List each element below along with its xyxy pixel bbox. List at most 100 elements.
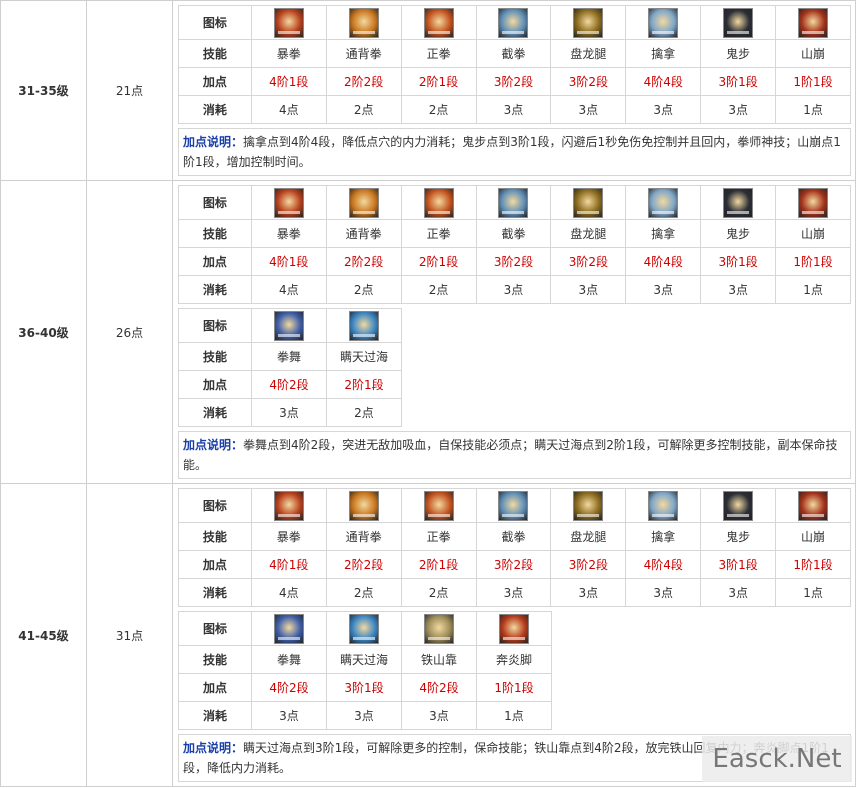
skill-cost: 4点 bbox=[250, 275, 327, 304]
skill-cost: 1点 bbox=[775, 578, 851, 607]
skill-add: 1阶1段 bbox=[476, 673, 552, 702]
level-range: 36-40级 bbox=[0, 180, 87, 484]
skill-icon-cell bbox=[250, 5, 327, 40]
skill-icon-cell bbox=[775, 5, 851, 40]
skill-cost: 3点 bbox=[625, 95, 702, 124]
tongbei-icon bbox=[348, 187, 379, 218]
skill-add: 3阶1段 bbox=[700, 67, 777, 96]
skill-name: 瞒天过海 bbox=[326, 645, 402, 674]
skill-table: 图标 技能 拳舞 瞒天过海 铁山靠 奔炎脚 加点 4阶2段 3阶1段 4阶2段 1阶1段 消耗 3点 3点… bbox=[178, 611, 552, 730]
skill-cost-row: 消耗 3点 3点 3点 1点 bbox=[178, 701, 552, 730]
skill-icon-cell bbox=[700, 5, 777, 40]
panlong-icon bbox=[573, 187, 604, 218]
note-label: 加点说明： bbox=[183, 438, 244, 452]
skill-add: 3阶2段 bbox=[550, 67, 627, 96]
skill-add: 4阶4段 bbox=[625, 67, 702, 96]
tieshan-icon bbox=[424, 613, 454, 644]
skill-icon-cell bbox=[325, 185, 402, 220]
skill-add: 4阶1段 bbox=[250, 247, 327, 276]
level-section: 31-35级 21点 图标 技能 暴拳 通背拳 正拳 截拳 盘龙腿 擒拿 鬼步 山崩 加点 4阶1段 2阶2… bbox=[0, 0, 856, 181]
skill-add: 3阶2段 bbox=[550, 550, 627, 579]
skill-add: 4阶2段 bbox=[251, 370, 327, 399]
skill-name: 通背拳 bbox=[325, 219, 402, 248]
skill-icon-cell bbox=[326, 611, 402, 646]
skill-add: 4阶4段 bbox=[625, 247, 702, 276]
qinna-icon bbox=[648, 187, 679, 218]
skill-icon-cell bbox=[476, 611, 552, 646]
note-text: 擒拿点到4阶4段，降低点穴的内力消耗；鬼步点到3阶1段，闪避后1秒免伤免控制并且… bbox=[183, 135, 841, 169]
skill-name: 通背拳 bbox=[325, 522, 402, 551]
tongbei-icon bbox=[348, 490, 379, 521]
skill-add: 1阶1段 bbox=[775, 550, 851, 579]
skill-table: 图标 技能 拳舞 瞒天过海 加点 4阶2段 2阶1段 消耗 3点 2点 bbox=[178, 308, 402, 427]
skill-name: 山崩 bbox=[775, 39, 851, 68]
skill-icon-cell bbox=[550, 185, 627, 220]
skill-cost: 1点 bbox=[476, 701, 552, 730]
skill-name-row: 技能 暴拳 通背拳 正拳 截拳 盘龙腿 擒拿 鬼步 山崩 bbox=[178, 39, 851, 68]
qinna-icon bbox=[648, 7, 679, 38]
skill-icon-cell bbox=[326, 308, 402, 343]
skill-add: 4阶1段 bbox=[250, 550, 327, 579]
skill-name-row: 技能 暴拳 通背拳 正拳 截拳 盘龙腿 擒拿 鬼步 山崩 bbox=[178, 522, 851, 551]
row-header: 图标 bbox=[178, 308, 252, 343]
skill-name: 盘龙腿 bbox=[550, 39, 627, 68]
skill-icon-cell bbox=[475, 488, 552, 523]
skill-cost: 3点 bbox=[401, 701, 477, 730]
skill-name: 鬼步 bbox=[700, 39, 777, 68]
skill-icon-cell bbox=[250, 185, 327, 220]
skill-points-total: 26点 bbox=[86, 180, 173, 484]
skill-table: 图标 技能 暴拳 通背拳 正拳 截拳 盘龙腿 擒拿 鬼步 山崩 加点 4阶1段 2阶2段 2阶1段 3阶2段… bbox=[178, 5, 851, 124]
skill-add: 2阶1段 bbox=[400, 247, 477, 276]
skill-cost: 3点 bbox=[326, 701, 402, 730]
skill-add-row: 加点 4阶2段 3阶1段 4阶2段 1阶1段 bbox=[178, 673, 552, 702]
skill-name: 截拳 bbox=[475, 219, 552, 248]
zhengquan-icon bbox=[423, 187, 454, 218]
quanwu-icon bbox=[274, 613, 304, 644]
skill-cost-row: 消耗 4点 2点 2点 3点 3点 3点 3点 1点 bbox=[178, 275, 851, 304]
skill-cost: 3点 bbox=[700, 578, 777, 607]
skill-add: 2阶1段 bbox=[326, 370, 402, 399]
skill-add: 4阶1段 bbox=[250, 67, 327, 96]
jiequan-icon bbox=[498, 7, 529, 38]
skill-icon-cell bbox=[251, 611, 327, 646]
skill-add: 4阶2段 bbox=[251, 673, 327, 702]
panlong-icon bbox=[573, 490, 604, 521]
skill-icon-cell bbox=[625, 185, 702, 220]
tongbei-icon bbox=[348, 7, 379, 38]
skill-name-row: 技能 拳舞 瞒天过海 bbox=[178, 342, 402, 371]
skill-plan-table: 31-35级 21点 图标 技能 暴拳 通背拳 正拳 截拳 盘龙腿 擒拿 鬼步 山崩 加点 4阶1段 2阶2… bbox=[0, 0, 856, 787]
skill-icon-cell bbox=[700, 185, 777, 220]
skill-icon-cell bbox=[400, 185, 477, 220]
skill-add: 1阶1段 bbox=[775, 67, 851, 96]
skill-icon-cell bbox=[625, 5, 702, 40]
skill-icon-cell bbox=[475, 5, 552, 40]
skill-cost: 3点 bbox=[475, 275, 552, 304]
skill-cost: 3点 bbox=[475, 578, 552, 607]
skill-add-row: 加点 4阶1段 2阶2段 2阶1段 3阶2段 3阶2段 4阶4段 3阶1段 1阶1段 bbox=[178, 247, 851, 276]
skill-add: 2阶1段 bbox=[400, 67, 477, 96]
icon-row: 图标 bbox=[178, 308, 402, 343]
skill-name: 盘龙腿 bbox=[550, 219, 627, 248]
skill-name: 鬼步 bbox=[700, 219, 777, 248]
skill-name: 暴拳 bbox=[250, 39, 327, 68]
note-label: 加点说明： bbox=[183, 135, 244, 149]
skill-details: 图标 技能 暴拳 通背拳 正拳 截拳 盘龙腿 擒拿 鬼步 山崩 加点 4阶1段 2阶2段 2阶1段 3阶2段… bbox=[172, 180, 856, 484]
icon-row: 图标 bbox=[178, 488, 851, 523]
skill-name: 截拳 bbox=[475, 39, 552, 68]
note-label: 加点说明： bbox=[183, 741, 244, 755]
quanwu-icon bbox=[274, 310, 304, 341]
points-note: 加点说明：拳舞点到4阶2段，突进无敌加吸血，自保技能必须点；瞒天过海点到2阶1段… bbox=[178, 431, 851, 479]
skill-add: 2阶2段 bbox=[325, 247, 402, 276]
qinna-icon bbox=[648, 490, 679, 521]
skill-add: 2阶1段 bbox=[400, 550, 477, 579]
zhengquan-icon bbox=[423, 490, 454, 521]
skill-add: 3阶2段 bbox=[475, 550, 552, 579]
skill-name: 山崩 bbox=[775, 522, 851, 551]
row-header: 加点 bbox=[178, 67, 252, 96]
row-header: 加点 bbox=[178, 673, 252, 702]
skill-name: 奔炎脚 bbox=[476, 645, 552, 674]
row-header: 消耗 bbox=[178, 95, 252, 124]
level-range: 41-45级 bbox=[0, 483, 87, 787]
row-header: 消耗 bbox=[178, 398, 252, 427]
skill-name: 正拳 bbox=[400, 522, 477, 551]
